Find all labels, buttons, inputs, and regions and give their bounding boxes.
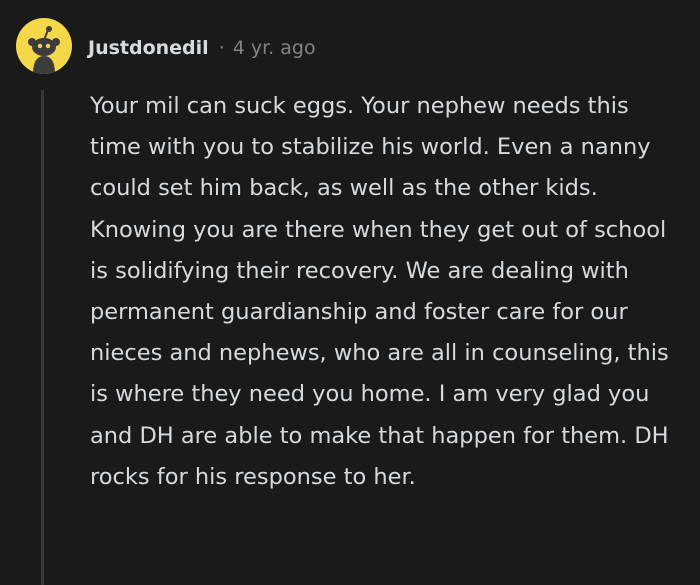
comment-body: Your mil can suck eggs. Your nephew need… [90, 93, 669, 490]
comment-timestamp[interactable]: 4 yr. ago [233, 37, 316, 59]
avatar[interactable] [16, 18, 72, 74]
meta-separator: · [218, 37, 225, 59]
comment-author[interactable]: Justdonedil [88, 37, 209, 59]
comment-header: Justdonedil · 4 yr. ago [88, 34, 316, 62]
reddit-snoo-avatar-icon [28, 26, 60, 74]
comment: Justdonedil · 4 yr. ago Your mil can suc… [0, 0, 700, 585]
thread-collapse-line[interactable] [41, 90, 44, 585]
